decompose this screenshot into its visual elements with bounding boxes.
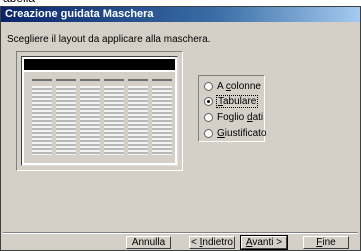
preview-column [80, 79, 100, 155]
back-button[interactable]: < Indietro [189, 236, 235, 249]
layout-preview [16, 51, 183, 171]
layout-preview-canvas [21, 56, 178, 166]
title-bar: Creazione guidata Maschera [1, 7, 360, 22]
radio-button-icon[interactable] [204, 112, 213, 122]
preview-column [56, 79, 76, 155]
radio-colonne[interactable]: A colonne [204, 80, 261, 92]
preview-column [32, 79, 52, 155]
radio-tabulare[interactable]: Tabulare [204, 94, 259, 108]
layout-options-group: A colonne Tabulare Foglio dati Giustific… [198, 75, 266, 142]
preview-column [128, 79, 148, 155]
radio-button-checked-icon[interactable] [204, 96, 213, 106]
preview-column [152, 79, 172, 155]
next-button[interactable]: Avanti > [240, 235, 288, 250]
window-title: Creazione guidata Maschera [5, 8, 154, 20]
instruction-text: Scegliere il layout da applicare alla ma… [7, 34, 211, 45]
preview-table-body [24, 72, 175, 163]
preview-header-bar [24, 59, 175, 70]
radio-giustificato[interactable]: Giustificato [204, 127, 266, 139]
radio-button-icon[interactable] [204, 128, 213, 138]
preview-column [104, 79, 124, 155]
caption-text: abella [3, 0, 35, 5]
radio-button-icon[interactable] [204, 81, 213, 91]
cancel-button[interactable]: Annulla [126, 236, 171, 249]
wizard-dialog: Creazione guidata Maschera Scegliere il … [0, 6, 361, 251]
radio-foglio-dati[interactable]: Foglio dati [204, 111, 263, 123]
button-divider [3, 232, 358, 234]
finish-button[interactable]: Fine [303, 236, 349, 249]
